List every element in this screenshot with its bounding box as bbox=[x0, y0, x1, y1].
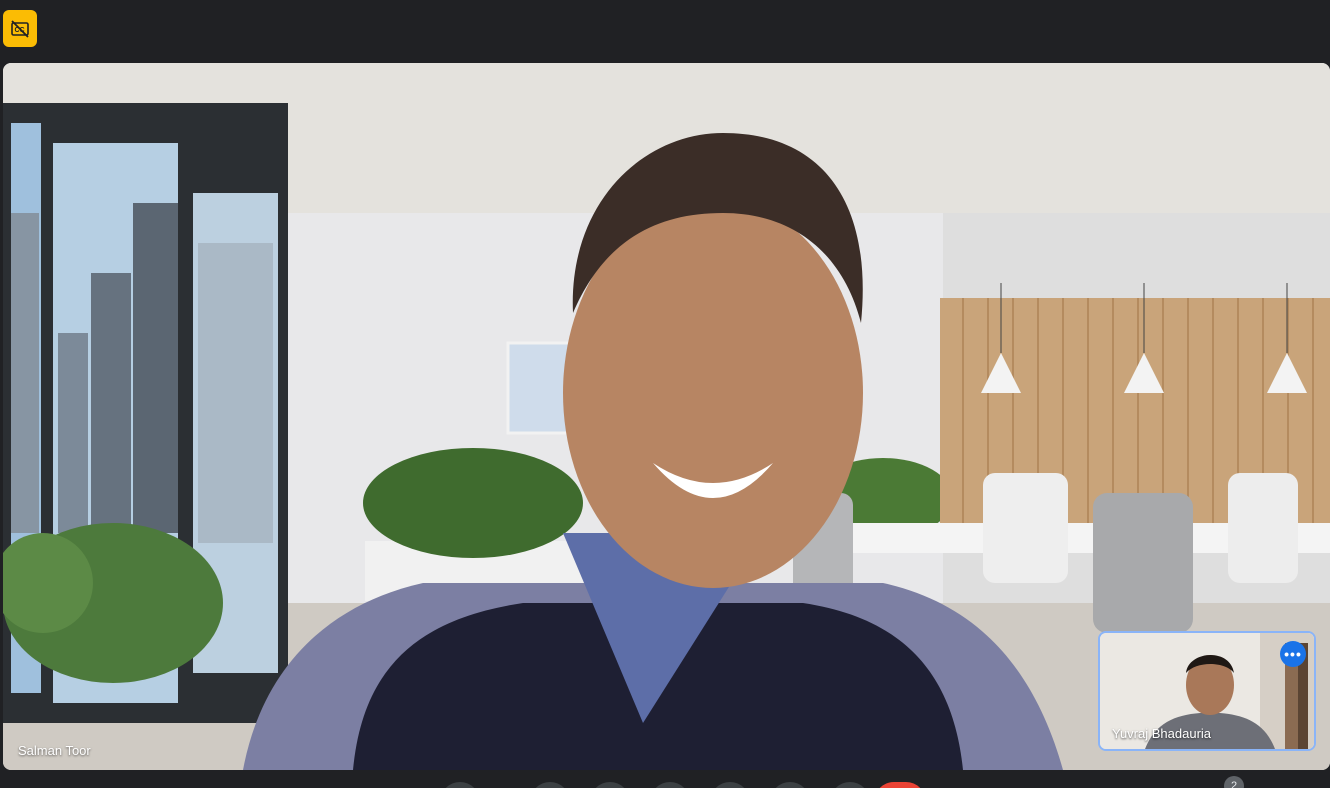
participant-count-badge[interactable]: 2 bbox=[1224, 776, 1244, 788]
end-call-button[interactable] bbox=[874, 782, 926, 788]
control-button[interactable] bbox=[440, 782, 480, 788]
control-button[interactable] bbox=[710, 782, 750, 788]
control-button[interactable] bbox=[830, 782, 870, 788]
captions-off-icon[interactable]: CC bbox=[3, 10, 37, 47]
main-participant-name: Salman Toor bbox=[18, 743, 91, 758]
control-button[interactable] bbox=[770, 782, 810, 788]
control-button[interactable] bbox=[530, 782, 570, 788]
self-participant-name: Yuvraj Bhadauria bbox=[1112, 726, 1212, 741]
more-options-icon[interactable]: ••• bbox=[1280, 641, 1306, 667]
control-button[interactable] bbox=[590, 782, 630, 788]
self-view-tile[interactable]: ••• Yuvraj Bhadauria bbox=[1098, 631, 1316, 751]
bottom-control-bar: 2 bbox=[0, 770, 1330, 788]
control-button[interactable] bbox=[650, 782, 690, 788]
top-bar: CC bbox=[0, 0, 1330, 62]
